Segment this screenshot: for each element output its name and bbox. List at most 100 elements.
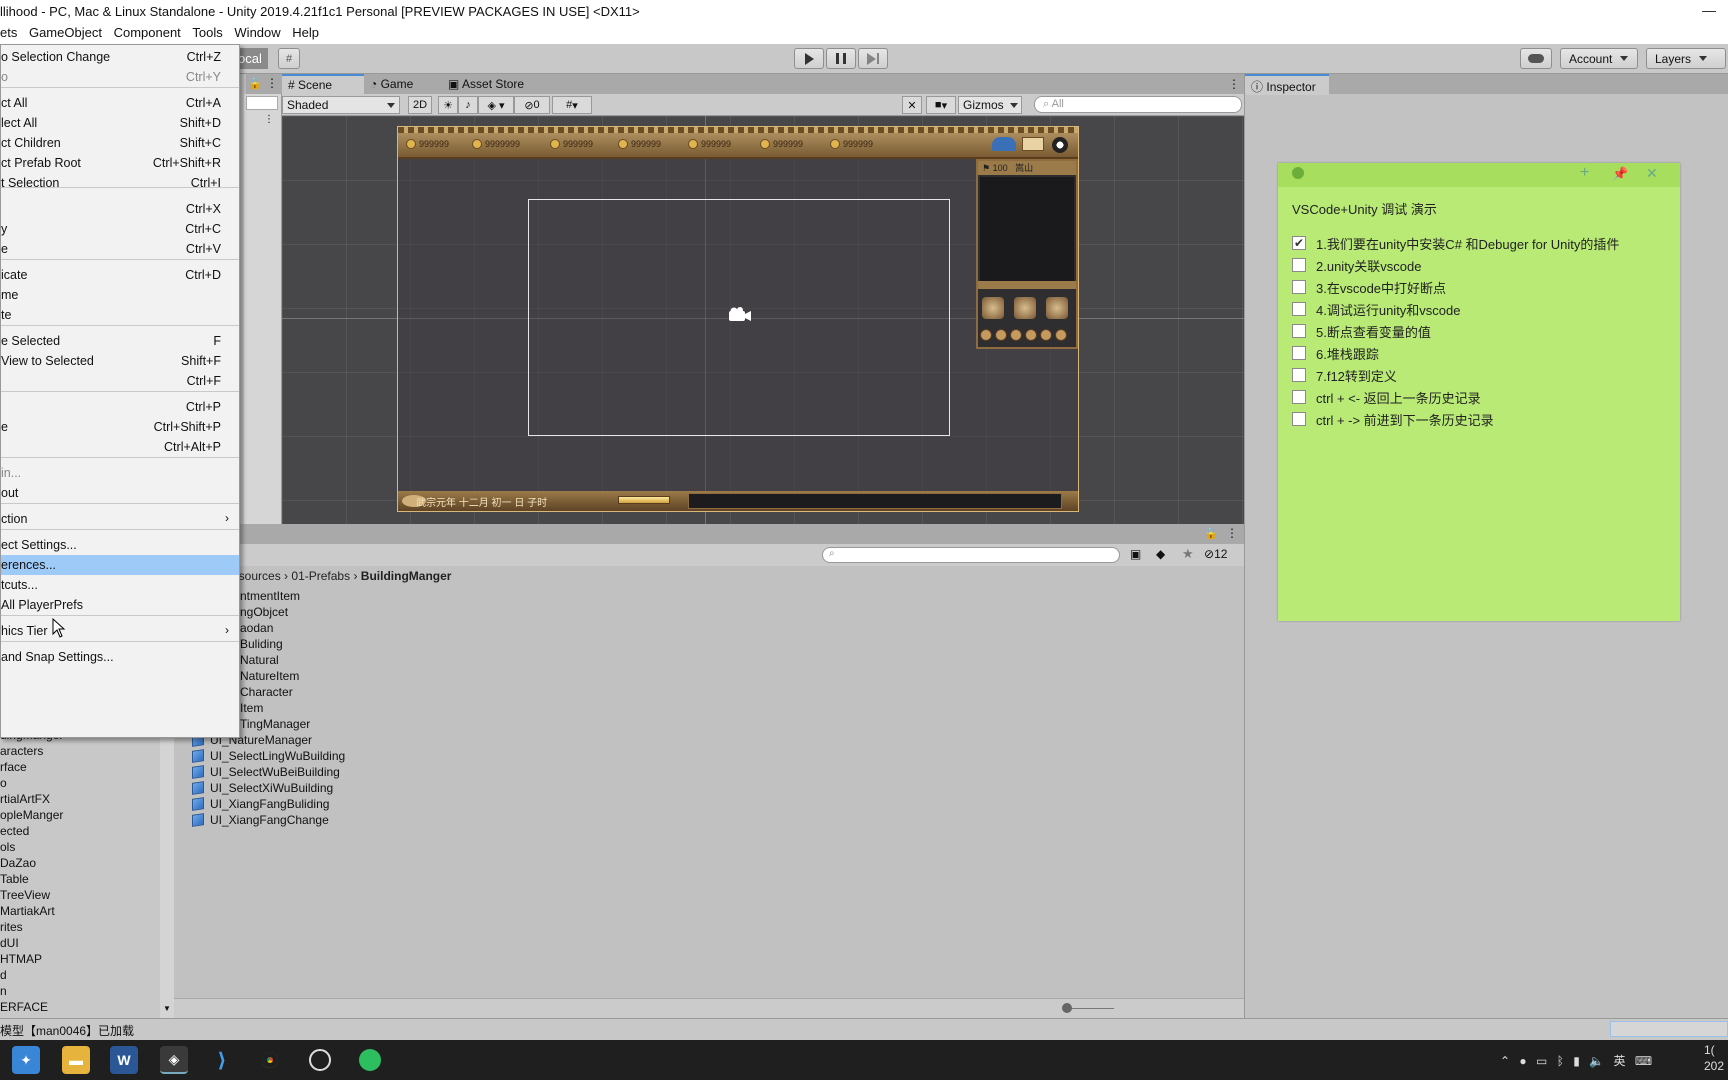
todo-item[interactable]: 4.调试运行unity和vscode xyxy=(1292,299,1461,319)
brush-icon[interactable] xyxy=(1040,329,1052,341)
balance-icon[interactable] xyxy=(1046,297,1068,319)
menu-item[interactable]: e Ctrl+Shift+P xyxy=(1,417,239,437)
menu-item[interactable]: in... xyxy=(1,463,239,483)
checkbox[interactable] xyxy=(1292,346,1306,360)
menu-item[interactable]: and Snap Settings... xyxy=(1,647,239,667)
menu-tools[interactable]: Tools xyxy=(192,24,230,40)
obs-icon[interactable] xyxy=(306,1046,334,1074)
checkbox-checked[interactable]: ✔ xyxy=(1292,236,1306,250)
prefab-item[interactable]: TingManager xyxy=(240,717,310,731)
todo-item[interactable]: 7.f12转到定义 xyxy=(1292,365,1397,385)
step-button[interactable] xyxy=(858,48,888,69)
folder-item[interactable]: d xyxy=(0,968,7,982)
breadcrumb-item[interactable]: 01-Prefabs xyxy=(291,569,350,583)
folder-item[interactable]: rface xyxy=(0,760,27,774)
menu-item[interactable]: y Ctrl+C xyxy=(1,219,239,239)
account-dropdown[interactable]: Account xyxy=(1560,48,1638,69)
play-button[interactable] xyxy=(794,48,824,69)
toggle-2d-button[interactable]: 2D xyxy=(408,96,432,114)
kebab-menu-icon[interactable]: ⋮ xyxy=(264,114,274,125)
folder-item[interactable]: opleManger xyxy=(0,808,63,822)
gizmos-dropdown[interactable]: Gizmos xyxy=(958,96,1022,114)
clock[interactable]: 1( 202 xyxy=(1704,1042,1724,1074)
minimap-screen[interactable] xyxy=(980,177,1074,281)
prefab-item[interactable]: Item xyxy=(240,701,263,715)
folder-item[interactable]: dUI xyxy=(0,936,19,950)
add-icon[interactable]: + xyxy=(1580,164,1589,182)
word-icon[interactable]: W xyxy=(110,1046,138,1074)
menu-item[interactable]: ct Children Shift+C xyxy=(1,133,239,153)
checkbox[interactable] xyxy=(1292,390,1306,404)
menu-item[interactable]: Ctrl+F xyxy=(1,371,239,391)
prefab-item[interactable]: aodan xyxy=(240,621,273,635)
folder-item[interactable]: MartiakArt xyxy=(0,904,55,918)
grid-snap-dropdown[interactable]: # ▾ xyxy=(552,96,592,114)
snap-grid-button[interactable]: # xyxy=(278,48,300,69)
menu-item[interactable]: o Ctrl+Y xyxy=(1,67,239,87)
star-icon[interactable]: ★ xyxy=(1182,546,1194,562)
checkbox[interactable] xyxy=(1292,302,1306,316)
todo-item[interactable]: ✔ 1.我们要在unity中安装C# 和Debuger for Unity的插件 xyxy=(1292,233,1619,253)
lock-icon[interactable]: 🔒 xyxy=(1204,527,1218,540)
audio-icon[interactable]: ♪ xyxy=(458,96,478,114)
menu-item[interactable]: o Selection Change Ctrl+Z xyxy=(1,47,239,67)
todo-item[interactable]: ctrl + <- 返回上一条历史记录 xyxy=(1292,387,1481,407)
checkbox[interactable] xyxy=(1292,258,1306,272)
folder-item[interactable]: o xyxy=(0,776,7,790)
unity-icon[interactable]: ◈ xyxy=(160,1046,188,1074)
kebab-menu-icon[interactable]: ⋮ xyxy=(1222,74,1242,95)
shading-mode-dropdown[interactable]: Shaded xyxy=(282,96,400,114)
keyboard-icon[interactable]: ⌨ xyxy=(1635,1054,1652,1068)
pause-button[interactable] xyxy=(826,48,856,69)
close-icon[interactable]: ✕ xyxy=(1646,165,1658,182)
hidden-packages-toggle[interactable]: ⊘12 xyxy=(1204,547,1227,561)
filter-type-icon[interactable]: ▣ xyxy=(1130,547,1141,561)
folder-item[interactable]: TreeView xyxy=(0,888,50,902)
todo-item[interactable]: 6.堆栈跟踪 xyxy=(1292,343,1379,363)
network-icon[interactable]: ▭ xyxy=(1536,1054,1547,1068)
menu-help[interactable]: Help xyxy=(292,24,327,40)
yin-yang-icon[interactable] xyxy=(1052,137,1068,153)
menu-item[interactable]: ect Settings... xyxy=(1,535,239,555)
folder-item[interactable]: ected xyxy=(0,824,29,838)
menu-item[interactable]: icate Ctrl+D xyxy=(1,265,239,285)
chrome-icon[interactable] xyxy=(256,1046,284,1074)
menu-item[interactable]: View to Selected Shift+F xyxy=(1,351,239,371)
building-icon[interactable] xyxy=(1014,297,1036,319)
file-explorer-icon[interactable]: ▬ xyxy=(62,1046,90,1074)
todo-item[interactable]: 5.断点查看变量的值 xyxy=(1292,321,1431,341)
prefab-item[interactable]: Natural xyxy=(240,653,279,667)
globe-icon[interactable] xyxy=(1025,329,1037,341)
tab-asset-store[interactable]: ▣ Asset Store xyxy=(442,74,552,95)
prefab-item[interactable]: ntmentItem xyxy=(240,589,300,603)
menu-item[interactable]: hics Tier › xyxy=(1,621,239,641)
todo-item[interactable]: 2.unity关联vscode xyxy=(1292,255,1422,275)
menu-item[interactable]: ct Prefab Root Ctrl+Shift+R xyxy=(1,153,239,173)
todo-item[interactable]: 3.在vscode中打好断点 xyxy=(1292,277,1446,297)
menu-assets[interactable]: ets xyxy=(0,24,25,40)
menu-item[interactable]: Ctrl+X xyxy=(1,199,239,219)
vscode-icon[interactable]: ⟩ xyxy=(208,1046,236,1074)
folder-item[interactable]: aracters xyxy=(0,744,43,758)
compass-icon[interactable] xyxy=(980,329,992,341)
prefab-item[interactable]: UI_XiangFangBuliding xyxy=(192,797,329,811)
folder-item[interactable]: HTMAP xyxy=(0,952,42,966)
checkbox[interactable] xyxy=(1292,280,1306,294)
ime-indicator[interactable]: 英 xyxy=(1613,1054,1625,1068)
folder-item[interactable]: rtialArtFX xyxy=(0,792,50,806)
prefab-item[interactable]: Buliding xyxy=(240,637,283,651)
icon-size-slider-handle[interactable] xyxy=(1062,1003,1072,1013)
menu-item[interactable]: te xyxy=(1,305,239,325)
tab-game[interactable]: ◔ Game xyxy=(364,74,442,95)
menu-item[interactable]: tcuts... xyxy=(1,575,239,595)
evernote-icon[interactable] xyxy=(356,1046,384,1074)
folder-item[interactable]: ols xyxy=(0,840,15,854)
effects-icon[interactable]: ◈ ▾ xyxy=(478,96,514,114)
prefab-item[interactable]: ngObjcet xyxy=(240,605,288,619)
scene-search-input[interactable]: ⌕ All xyxy=(1034,96,1242,113)
tab-inspector[interactable]: ⓘ Inspector xyxy=(1245,74,1329,95)
lock-icon[interactable]: 🔒 xyxy=(248,77,262,90)
prefab-item[interactable]: NatureItem xyxy=(240,669,299,683)
folder-item[interactable]: DaZao xyxy=(0,856,36,870)
game-ui-preview[interactable]: 999999 9999999 999999 999999 999999 9999… xyxy=(397,126,1079,512)
